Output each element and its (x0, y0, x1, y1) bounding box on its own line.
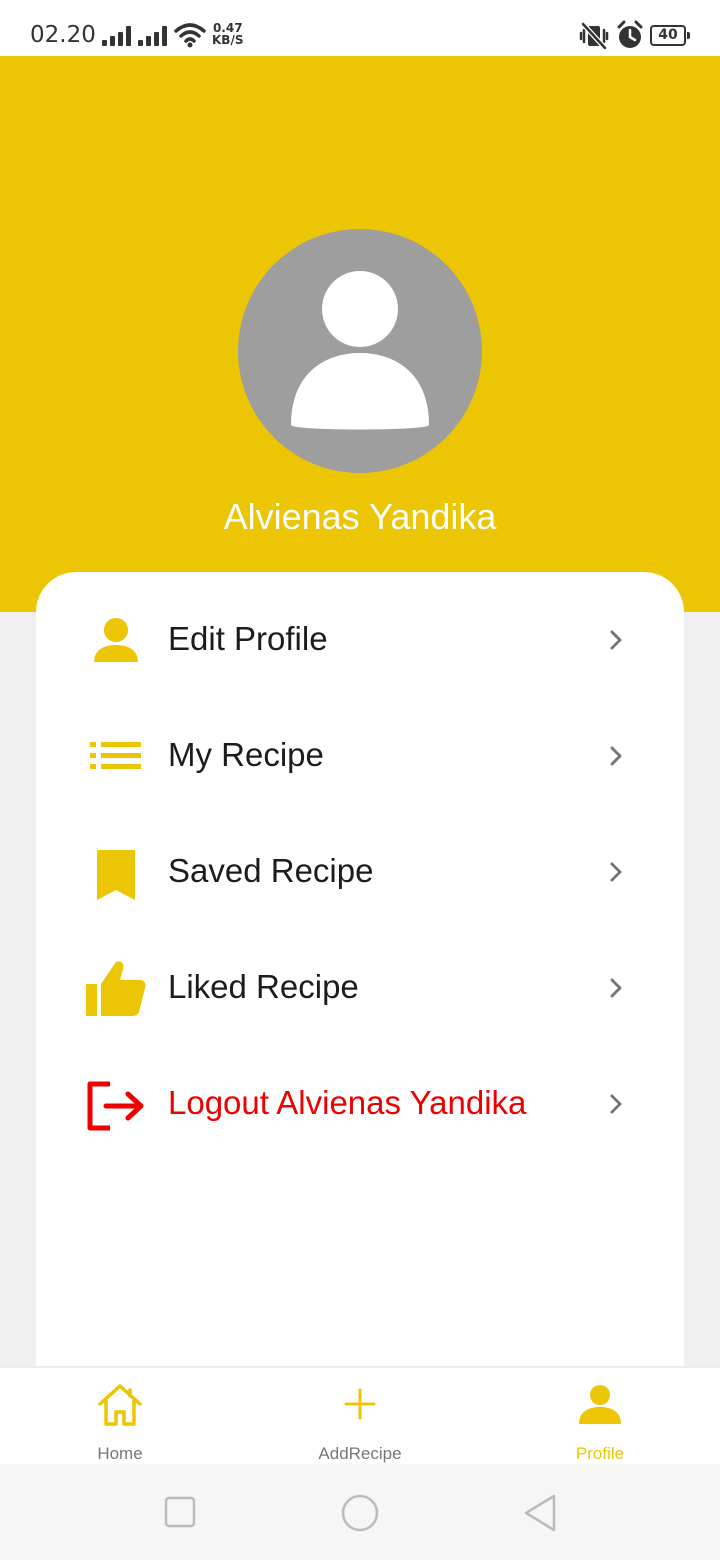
plus-icon (344, 1388, 376, 1420)
profile-name: Alvienas Yandika (223, 496, 497, 537)
logout-icon (87, 1081, 144, 1131)
signal-icon (102, 26, 132, 46)
person-icon (94, 618, 138, 662)
nav-profile[interactable]: Profile (520, 1368, 680, 1466)
nav-label: Profile (575, 1444, 625, 1463)
menu-label: Edit Profile (168, 620, 328, 657)
chevron-right-icon (610, 1094, 622, 1114)
back-icon[interactable] (522, 1493, 558, 1533)
home-circle-icon[interactable] (340, 1493, 380, 1533)
menu-item-liked-recipe[interactable]: Liked Recipe (36, 938, 684, 1038)
menu-item-logout[interactable]: Logout Alvienas Yandika (36, 1054, 684, 1154)
menu-label: Logout Alvienas Yandika (168, 1084, 527, 1121)
status-bar: 02.20 0.47 KB/S 40 (0, 0, 720, 56)
menu-item-edit-profile[interactable]: Edit Profile (36, 590, 684, 690)
menu-item-saved-recipe[interactable]: Saved Recipe (36, 822, 684, 922)
chevron-right-icon (610, 978, 622, 998)
menu-item-my-recipe[interactable]: My Recipe (36, 706, 684, 806)
signal-icon-2 (138, 26, 168, 46)
nav-label: Home (97, 1444, 143, 1463)
chevron-right-icon (610, 862, 622, 882)
bottom-nav: Home AddRecipe Profile (0, 1366, 720, 1464)
avatar[interactable] (238, 229, 482, 473)
chevron-right-icon (610, 630, 622, 650)
network-speed: 0.47 KB/S (212, 22, 243, 46)
recents-icon[interactable] (164, 1496, 196, 1528)
network-speed-unit: KB/S (212, 33, 244, 47)
menu-label: Liked Recipe (168, 968, 359, 1005)
chevron-right-icon (610, 746, 622, 766)
nav-add-recipe[interactable]: AddRecipe (280, 1368, 440, 1466)
alarm-icon (617, 20, 643, 48)
battery-indicator: 40 (650, 25, 690, 46)
nav-home[interactable]: Home (40, 1368, 200, 1466)
menu-label: My Recipe (168, 736, 324, 773)
system-nav-bar (0, 1464, 720, 1560)
status-time: 02.20 (30, 22, 96, 48)
person-icon (579, 1385, 621, 1424)
thumbs-up-icon (86, 961, 146, 1016)
vibrate-mute-icon (579, 22, 609, 50)
nav-label: AddRecipe (318, 1444, 402, 1463)
menu-label: Saved Recipe (168, 852, 374, 889)
profile-header: Alvienas Yandika (0, 56, 720, 612)
wifi-icon (174, 23, 206, 48)
list-icon (90, 742, 141, 769)
avatar-person-icon (291, 271, 429, 430)
bookmark-icon (97, 850, 135, 900)
home-icon (98, 1384, 142, 1426)
menu-card: Edit Profile My Recipe Saved Recipe Like… (36, 572, 684, 1372)
